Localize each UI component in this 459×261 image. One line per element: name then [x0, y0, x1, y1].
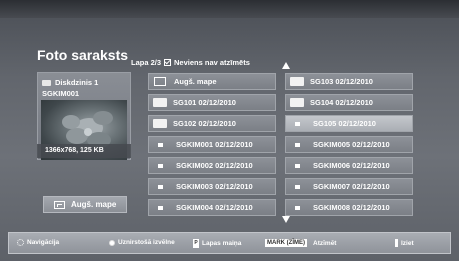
- file-item-label: SG103 02/12/2010: [310, 77, 373, 86]
- file-item[interactable]: SGKIM007 02/12/2010: [285, 178, 413, 195]
- file-item-label: SGKIM001 02/12/2010: [176, 140, 253, 149]
- file-item-label: Augš. mape: [174, 77, 217, 86]
- file-item-label: SGKIM003 02/12/2010: [176, 182, 253, 191]
- photo-icon: [295, 163, 300, 168]
- photo-icon: [295, 205, 300, 210]
- help-page: P Lapas maiņa: [193, 239, 241, 248]
- folder-icon: [153, 119, 167, 128]
- photo-icon: [158, 163, 163, 168]
- navigation-icon: [17, 239, 24, 246]
- scroll-up-arrow-icon[interactable]: [282, 62, 290, 69]
- file-item-label: SG102 02/12/2010: [173, 119, 236, 128]
- folder-icon: [290, 98, 304, 107]
- file-item[interactable]: SGKIM005 02/12/2010: [285, 136, 413, 153]
- file-item[interactable]: SGKIM006 02/12/2010: [285, 157, 413, 174]
- up-folder-button[interactable]: Augš. mape: [43, 196, 127, 213]
- photo-icon: [158, 205, 163, 210]
- file-item[interactable]: SG104 02/12/2010: [285, 94, 413, 111]
- device-label: Diskdzinis 1 SGKIM001: [42, 77, 98, 99]
- file-item[interactable]: SG101 02/12/2010: [148, 94, 276, 111]
- page-key-icon: P: [193, 239, 199, 248]
- file-item-label: SGKIM004 02/12/2010: [176, 203, 253, 212]
- top-bar: [0, 0, 459, 18]
- file-item[interactable]: SGKIM001 02/12/2010: [148, 136, 276, 153]
- folder-icon: [153, 98, 167, 107]
- photo-icon: [295, 121, 300, 126]
- file-item-label: SGKIM005 02/12/2010: [313, 140, 390, 149]
- checkbox-icon: [164, 59, 172, 66]
- file-item[interactable]: SGKIM003 02/12/2010: [148, 178, 276, 195]
- file-item[interactable]: Augš. mape: [148, 73, 276, 90]
- help-menu-label: Uznirstošā izvēlne: [118, 239, 175, 246]
- file-item-label: SGKIM002 02/12/2010: [176, 161, 253, 170]
- file-item[interactable]: SG103 02/12/2010: [285, 73, 413, 90]
- help-mark: MARK (ZĪME) Atzīmēt: [265, 239, 336, 247]
- file-item[interactable]: SGKIM004 02/12/2010: [148, 199, 276, 216]
- file-item[interactable]: SG102 02/12/2010: [148, 115, 276, 132]
- mark-key-icon: MARK (ZĪME): [265, 239, 307, 247]
- pagination-status: Lapa 2/3 Neviens nav atzīmēts: [131, 58, 250, 67]
- help-nav-label: Navigācija: [27, 239, 60, 246]
- file-item-label: SGKIM008 02/12/2010: [313, 203, 390, 212]
- help-exit-label: Iziet: [401, 239, 414, 247]
- help-exit: Iziet: [395, 239, 414, 247]
- device-name: Diskdzinis 1: [55, 78, 99, 87]
- photo-icon: [295, 142, 300, 147]
- file-item-label: SGKIM007 02/12/2010: [313, 182, 390, 191]
- file-grid: Augš. mape SG101 02/12/2010 SG102 02/12/20…: [148, 73, 413, 216]
- file-item-label: SG104 02/12/2010: [310, 98, 373, 107]
- mark-status: Neviens nav atzīmēts: [174, 58, 250, 67]
- scroll-down-arrow-icon[interactable]: [282, 216, 290, 223]
- up-folder-icon: [154, 77, 166, 86]
- up-folder-label: Augš. mape: [71, 200, 117, 209]
- device-folder: SGKIM001: [42, 89, 80, 98]
- help-page-label: Lapas maiņa: [202, 240, 242, 247]
- photo-icon: [158, 142, 163, 147]
- photo-info: 1366x768, 125 KB: [37, 144, 131, 158]
- photo-list-screen: Foto saraksts Lapa 2/3 Neviens nav atzīm…: [0, 0, 459, 261]
- file-item-label: SG101 02/12/2010: [173, 98, 236, 107]
- ok-button-icon: [109, 239, 115, 246]
- page-title: Foto saraksts: [37, 47, 129, 63]
- help-nav: Navigācija: [17, 239, 59, 246]
- folder-icon: [290, 77, 304, 86]
- help-menu: Uznirstošā izvēlne: [109, 239, 175, 246]
- help-mark-label: Atzīmēt: [313, 239, 337, 247]
- photo-icon: [158, 184, 163, 189]
- file-item-label: SGKIM006 02/12/2010: [313, 161, 390, 170]
- file-item-label: SG105 02/12/2010: [313, 119, 376, 128]
- photo-icon: [295, 184, 300, 189]
- help-bar: Navigācija Uznirstošā izvēlne P Lapas ma…: [8, 232, 451, 254]
- file-item[interactable]: SGKIM002 02/12/2010: [148, 157, 276, 174]
- drive-icon: [42, 79, 51, 86]
- file-item[interactable]: SGKIM008 02/12/2010: [285, 199, 413, 216]
- exit-key-icon: [395, 239, 398, 247]
- up-folder-icon: [54, 200, 65, 209]
- file-item[interactable]: SG105 02/12/2010: [285, 115, 413, 132]
- page-indicator: Lapa 2/3: [131, 58, 162, 67]
